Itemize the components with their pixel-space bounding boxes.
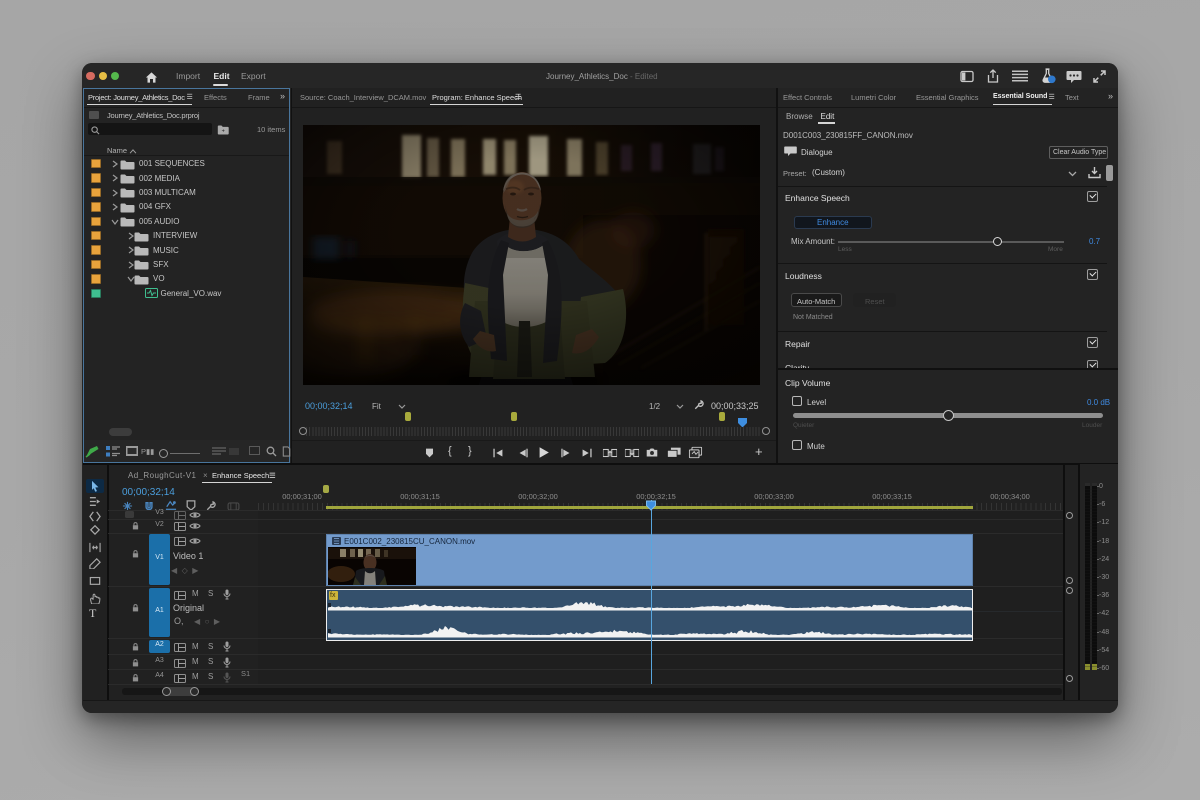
- svg-text:+: +: [221, 128, 224, 134]
